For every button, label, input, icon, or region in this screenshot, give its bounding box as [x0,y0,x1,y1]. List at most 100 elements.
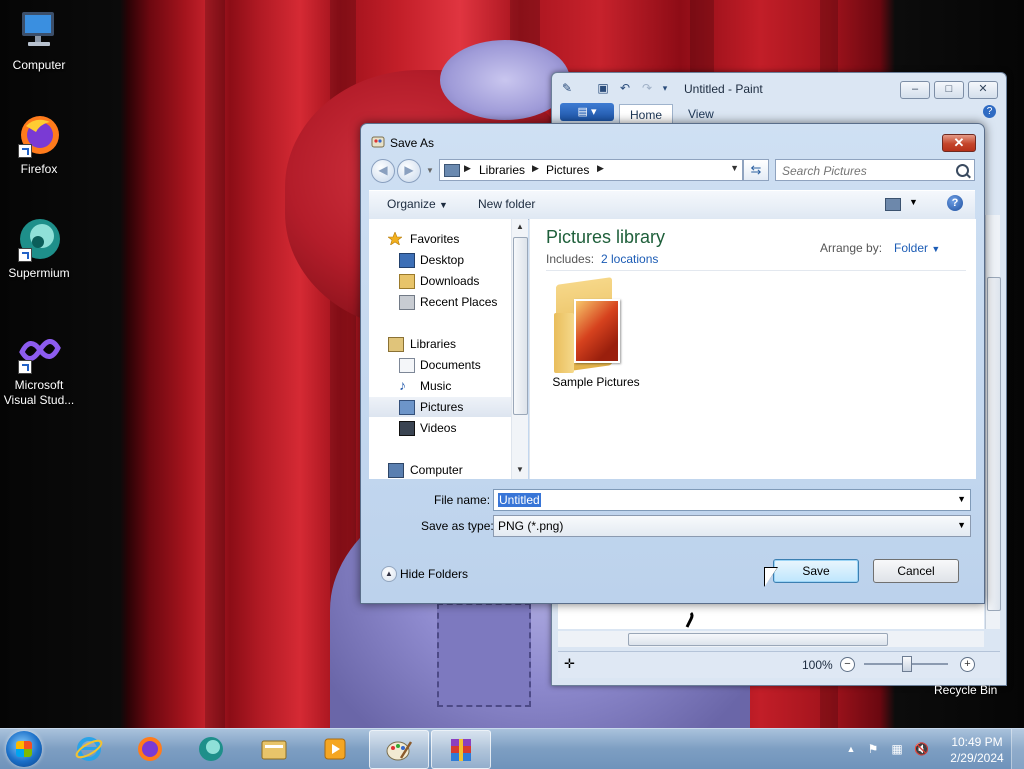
paint-menu-button[interactable]: ▤ ▾ [560,103,614,121]
zoom-in-button[interactable]: + [960,657,975,672]
desktop-icon-label: Computer [12,58,66,72]
address-dropdown-icon[interactable]: ▼ [730,163,739,173]
undo-icon[interactable]: ↶ [618,81,632,95]
taskbar-internet-explorer[interactable] [60,730,118,767]
cancel-button[interactable]: Cancel [873,559,959,583]
help-icon[interactable]: ? [983,105,996,118]
action-center-flag-icon[interactable]: ⚑ [866,742,880,756]
view-options-dropdown[interactable]: ▼ [909,197,918,207]
nav-pictures[interactable]: Pictures [369,397,511,417]
shortcut-arrow-icon [18,360,32,374]
search-input[interactable] [780,162,954,179]
save-as-type-select[interactable]: PNG (*.png) ▼ [493,515,971,537]
scrollbar-thumb[interactable] [513,237,528,415]
videos-icon [399,421,415,436]
nav-label: Desktop [420,253,465,267]
paint-titlebar[interactable]: ✎ ▣ ↶ ↷ ▾ Untitled - Paint – □ ✕ [552,73,1006,103]
arrange-by-dropdown[interactable]: Folder ▼ [894,241,940,255]
nav-computer[interactable]: Computer [369,460,511,480]
redo-icon[interactable]: ↷ [640,81,654,95]
scrollbar-thumb[interactable] [987,277,1001,611]
system-tray: ▲ ⚑ ▦ 🔇 10:49 PM 2/29/2024 [842,729,1024,769]
paint-app-icon [371,136,385,148]
tab-home[interactable]: Home [619,104,674,125]
close-button[interactable]: ✕ [942,134,976,152]
zoom-out-button[interactable]: − [840,657,855,672]
chevron-up-icon: ▲ [381,566,397,582]
show-desktop-button[interactable] [1011,729,1024,769]
save-as-dialog[interactable]: Save As ✕ ◀ ▶ ▼ ▶ Libraries ▶ Pictures ▶… [360,123,985,604]
nav-videos[interactable]: Videos [369,418,511,438]
nav-label: Computer [410,463,463,477]
help-icon[interactable]: ? [947,195,963,211]
tab-view[interactable]: View [678,104,724,124]
file-list-pane[interactable]: Pictures library Includes: 2 locations A… [529,219,976,479]
recent-locations-dropdown[interactable]: ▼ [426,166,434,175]
taskbar-file-explorer[interactable] [245,730,303,767]
nav-documents[interactable]: Documents [369,355,511,375]
search-box[interactable] [775,159,975,181]
maximize-button[interactable]: □ [934,81,964,99]
breadcrumb-separator-icon[interactable]: ▶ [597,163,604,174]
file-name-value[interactable]: Untitled [498,493,541,507]
save-icon[interactable]: ▣ [596,81,610,95]
search-icon[interactable] [956,164,969,177]
network-icon[interactable]: ▦ [890,742,904,756]
chevron-down-icon[interactable]: ▼ [957,494,966,504]
forward-button[interactable]: ▶ [397,159,421,183]
breadcrumb-pictures[interactable]: Pictures [546,163,589,177]
dialog-titlebar[interactable]: Save As ✕ [361,124,984,158]
taskbar-paint[interactable] [369,730,429,769]
organize-button[interactable]: Organize ▼ [387,197,448,211]
desktop-icon-supermium[interactable]: Supermium [0,216,78,281]
chevron-down-icon[interactable]: ▼ [957,520,966,530]
nav-libraries[interactable]: Libraries [369,334,511,354]
minimize-button[interactable]: – [900,81,930,99]
taskbar-winrar[interactable] [431,730,491,769]
breadcrumb-separator-icon[interactable]: ▶ [532,163,539,174]
file-name-field[interactable]: Untitled ▼ [493,489,971,511]
show-hidden-icons-icon[interactable]: ▲ [844,742,858,756]
breadcrumb-libraries[interactable]: Libraries [479,163,525,177]
nav-music[interactable]: ♪ Music [369,376,511,396]
scrollbar-thumb[interactable] [628,633,888,646]
scroll-up-icon[interactable]: ▲ [516,222,524,231]
nav-favorites[interactable]: Favorites [369,229,511,249]
close-button[interactable]: ✕ [968,81,998,99]
customize-quick-access-icon[interactable]: ▾ [658,81,672,95]
nav-scrollbar[interactable]: ▲ ▼ [511,219,528,479]
address-bar[interactable]: ▶ Libraries ▶ Pictures ▶ ▼ [439,159,743,181]
volume-muted-icon[interactable]: 🔇 [914,742,929,756]
new-folder-button[interactable]: New folder [478,197,535,211]
libraries-icon [388,337,404,352]
start-button[interactable] [6,731,42,767]
back-button[interactable]: ◀ [371,159,395,183]
desktop-icon-computer[interactable]: Computer [0,8,78,73]
taskbar-firefox[interactable] [121,730,179,767]
navigation-pane[interactable]: Favorites Desktop Downloads Recent Place… [369,219,528,480]
zoom-slider-thumb[interactable] [902,656,912,672]
taskbar-media-player[interactable] [306,730,364,767]
recent-places-icon [399,295,415,310]
visual-studio-icon [16,328,62,374]
desktop-icon-firefox[interactable]: Firefox [0,112,78,177]
refresh-button[interactable]: ⇆ [743,159,769,181]
firefox-icon [138,737,162,761]
horizontal-scrollbar[interactable] [558,631,984,647]
taskbar-supermium[interactable] [182,730,240,767]
locations-link[interactable]: 2 locations [601,252,658,266]
change-view-icon[interactable] [885,198,901,211]
organize-label: Organize [387,197,436,211]
vertical-scrollbar[interactable] [985,215,1001,629]
nav-recent-places[interactable]: Recent Places [369,292,511,312]
nav-downloads[interactable]: Downloads [369,271,511,291]
desktop-icon-visual-studio[interactable]: Microsoft Visual Stud... [0,328,78,408]
recycle-bin-label[interactable]: Recycle Bin [934,683,997,697]
scroll-down-icon[interactable]: ▼ [516,465,524,474]
nav-desktop[interactable]: Desktop [369,250,511,270]
desktop-icon-label: Microsoft Visual Stud... [3,378,75,407]
clock[interactable]: 10:49 PM 2/29/2024 [944,734,1010,766]
save-button[interactable]: Save [773,559,859,583]
breadcrumb-separator-icon[interactable]: ▶ [464,163,471,174]
folder-item[interactable]: Sample Pictures [548,277,644,391]
